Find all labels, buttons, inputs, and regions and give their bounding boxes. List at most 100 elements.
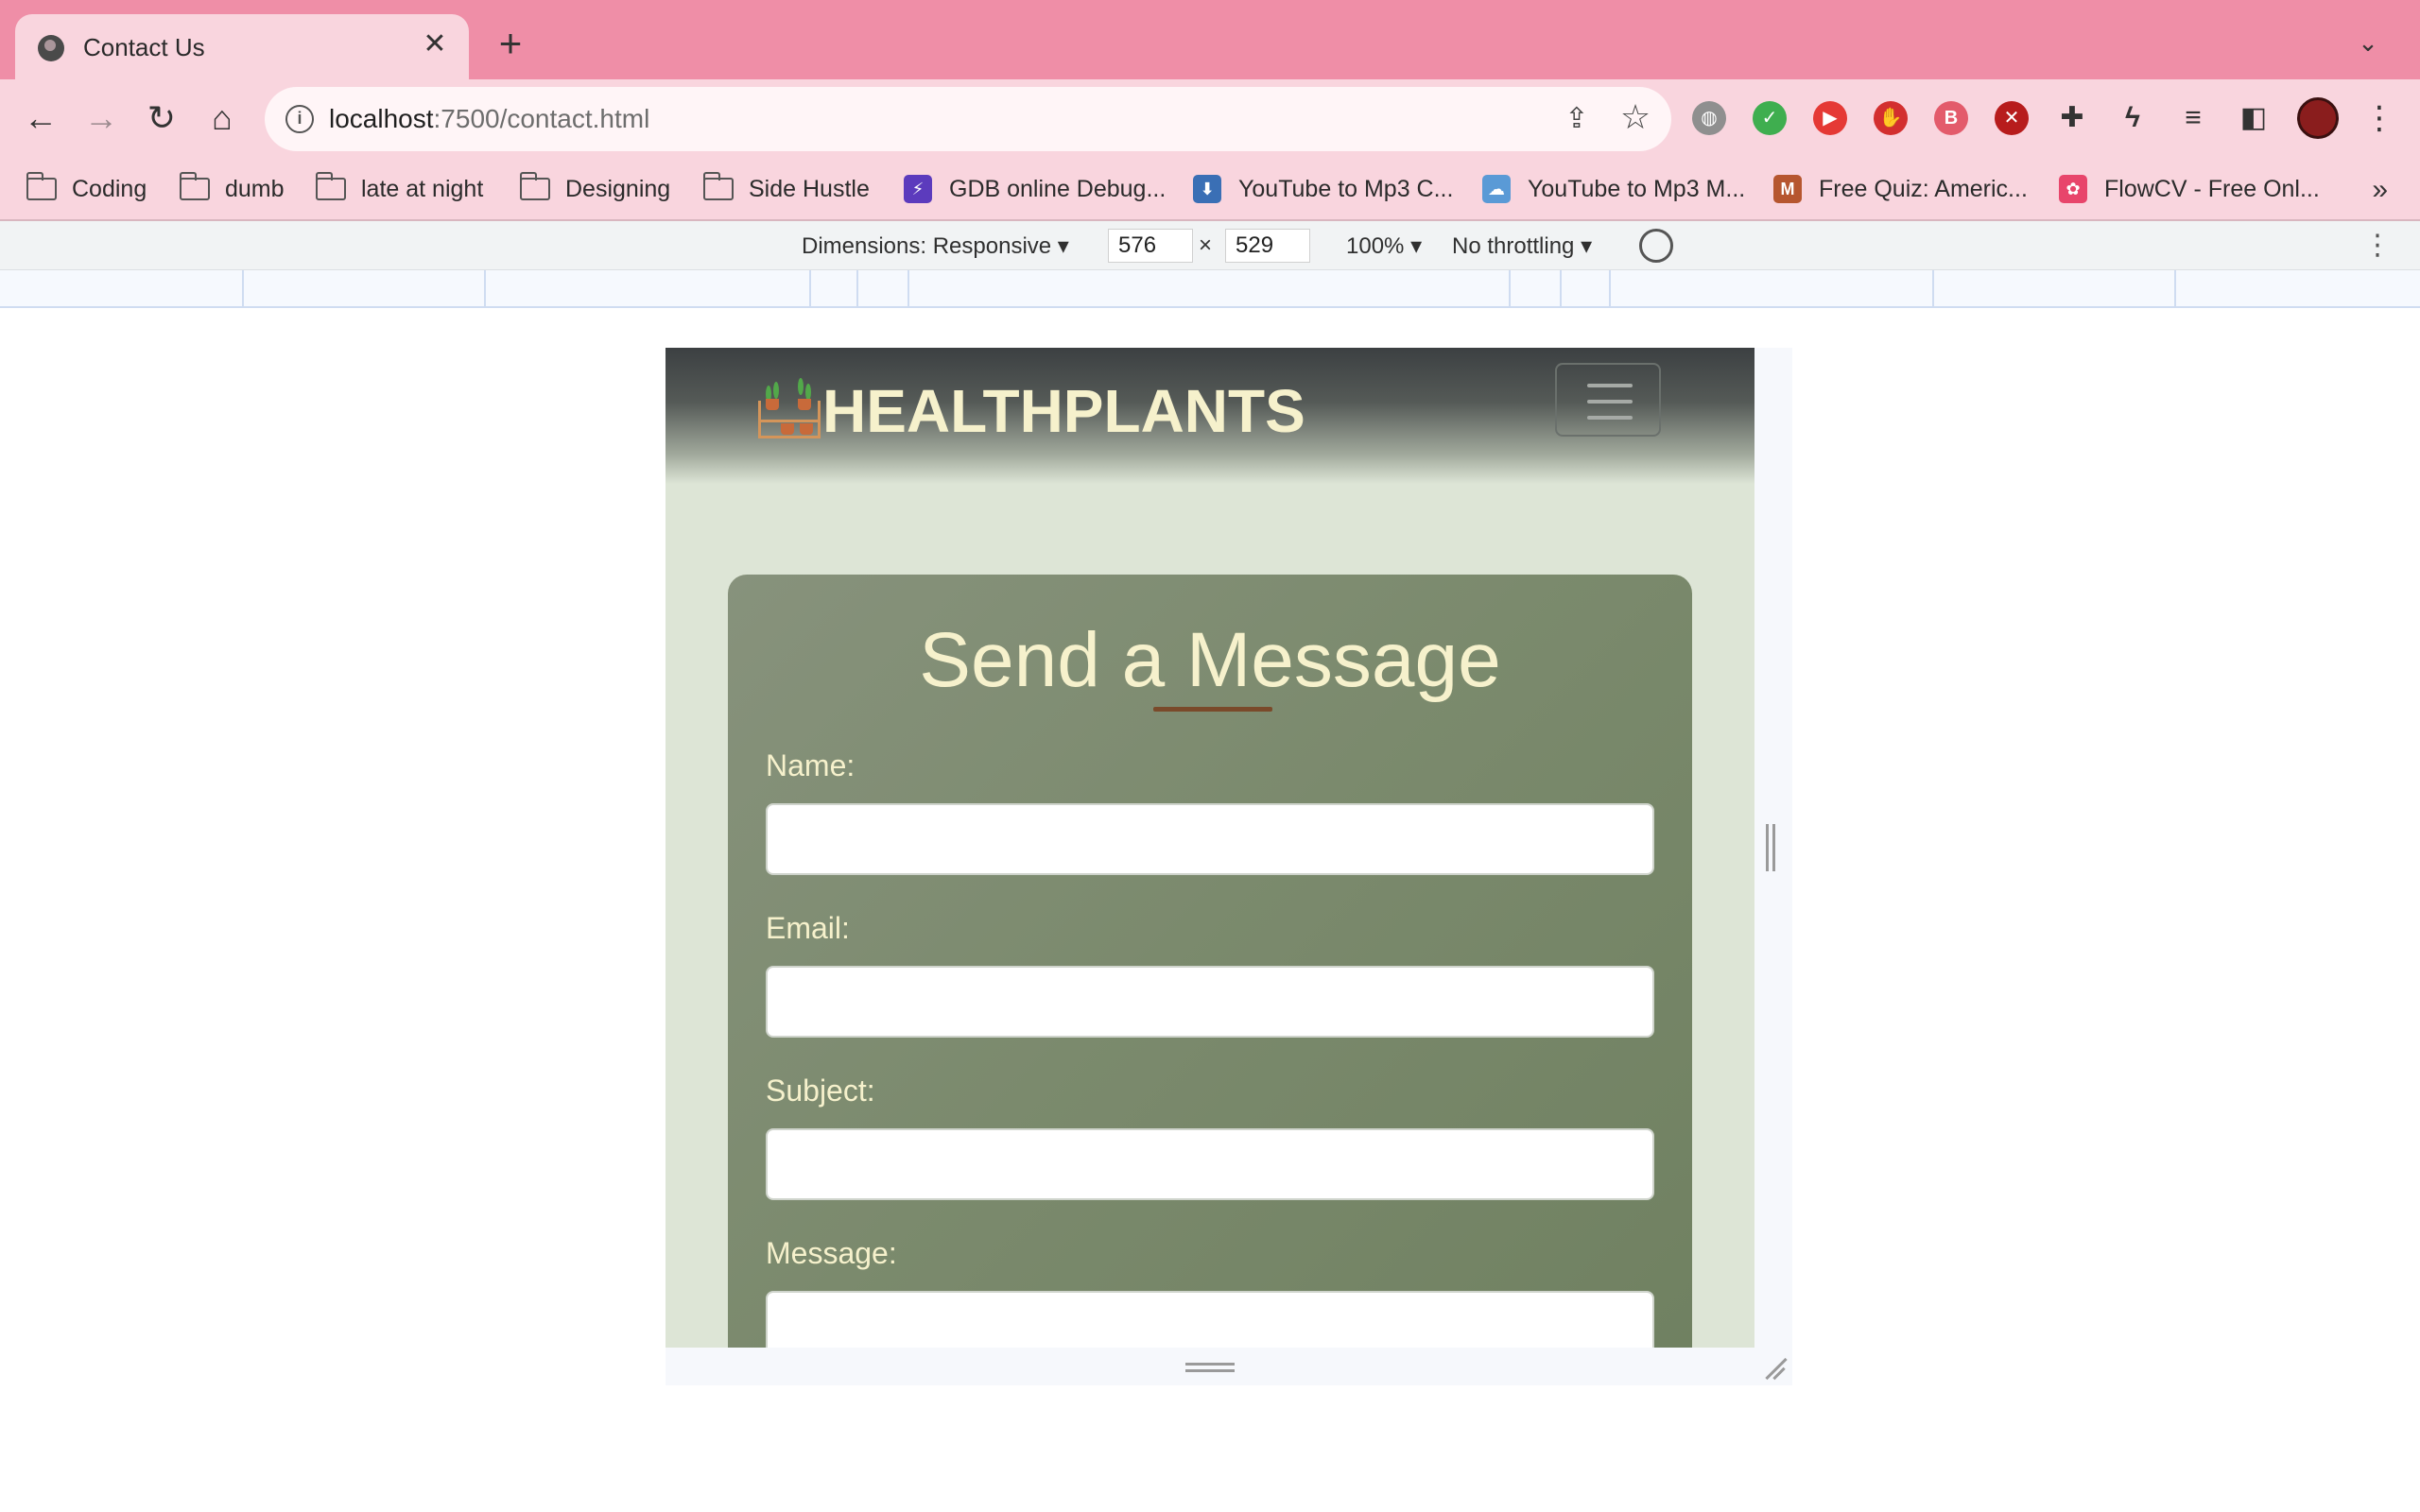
device-toolbar-more-icon[interactable]: ⋮ [2363,229,2392,262]
site-favicon-icon: ✿ [2059,175,2087,203]
bookmark-star-icon[interactable]: ☆ [1616,98,1654,136]
browser-menu-icon[interactable]: ⋮ [2363,97,2395,139]
bookmark-label: Side Hustle [749,175,870,202]
dimensions-dropdown[interactable]: Dimensions: Responsive ▾ [802,232,1069,260]
zoom-label: 100% [1346,233,1405,259]
reload-button[interactable]: ↻ [140,96,183,140]
width-input[interactable]: 576 [1108,229,1193,263]
globe-favicon-icon [38,35,64,61]
home-button[interactable]: ⌂ [200,96,244,140]
chevron-down-icon: ▾ [1410,233,1423,259]
profile-avatar[interactable] [2297,97,2339,139]
height-input[interactable]: 529 [1225,229,1310,263]
rotate-icon[interactable] [1639,229,1673,263]
name-input[interactable] [766,803,1654,875]
title-underline [1153,707,1272,712]
ruler-tick[interactable] [809,270,811,308]
bookmark-label: YouTube to Mp3 C... [1238,175,1454,202]
leaf-shape [773,382,779,399]
ruler-tick[interactable] [242,270,244,308]
ruler-tick[interactable] [856,270,858,308]
email-input[interactable] [766,966,1654,1038]
zoom-dropdown[interactable]: 100% ▾ [1346,232,1422,260]
subject-label: Subject: [766,1074,875,1108]
ruler-tick[interactable] [1509,270,1511,308]
resize-handle-right[interactable] [1766,824,1775,871]
b-extension-icon[interactable]: B [1934,101,1968,135]
tab-contact-us[interactable]: Contact Us ✕ [15,14,469,79]
throttling-dropdown[interactable]: No throttling ▾ [1452,232,1592,260]
ruler-tick[interactable] [1560,270,1562,308]
bookmark-item[interactable]: dumb [180,172,285,206]
chevron-down-icon: ▾ [1057,233,1069,259]
hamburger-menu-button[interactable] [1555,363,1661,437]
folder-icon [26,172,57,200]
globe-extension-icon[interactable]: ◍ [1692,101,1726,135]
new-tab-button[interactable]: + [492,24,529,63]
folder-icon [520,172,550,200]
bookmark-item[interactable]: ✿ FlowCV - Free Onl... [2059,172,2320,206]
bookmark-label: YouTube to Mp3 M... [1528,175,1746,202]
forward-button[interactable]: → [79,96,123,140]
bookmark-label: Coding [72,175,147,202]
browser-toolbar: ← → ↻ ⌂ i localhost:7500/contact.html ⇪ … [0,79,2420,157]
ruler-tick[interactable] [1609,270,1611,308]
ruler-tick[interactable] [2174,270,2176,308]
bookmark-label: GDB online Debug... [949,175,1167,202]
ublock-extension-icon[interactable]: ✕ [1995,101,2029,135]
bookmark-item[interactable]: Designing [520,172,670,206]
bookmark-item[interactable]: ☁ YouTube to Mp3 M... [1482,172,1745,206]
hamburger-line [1587,384,1633,387]
tab-strip: Contact Us ✕ + ⌄ [0,0,2420,79]
bookmark-item[interactable]: late at night [316,172,483,206]
folder-icon [316,172,346,200]
bookmark-label: late at night [361,175,484,202]
tab-title: Contact Us [83,33,205,61]
bookmark-label: Free Quiz: Americ... [1819,175,2028,202]
url-text[interactable]: localhost:7500/contact.html [329,104,649,134]
url-host: localhost [329,104,434,133]
back-button[interactable]: ← [19,96,62,140]
site-favicon-icon: ☁ [1482,175,1511,203]
dimensions-label: Dimensions: Responsive [802,233,1052,259]
share-icon[interactable]: ⇪ [1558,100,1596,138]
times-sign: × [1199,232,1213,258]
ruler-tick[interactable] [908,270,909,308]
bookmark-item[interactable]: ⬇ YouTube to Mp3 C... [1193,172,1453,206]
resize-handle-bottom[interactable] [1185,1363,1235,1372]
resize-handle-corner[interactable] [1762,1357,1785,1380]
address-bar[interactable]: i localhost:7500/contact.html ⇪ ☆ [265,87,1671,151]
bookmark-item[interactable]: Coding [26,172,147,206]
brand-name[interactable]: HEALTHPLANTS [822,376,1305,446]
folder-icon [703,172,734,200]
leaf-shape [798,378,804,395]
reading-list-icon[interactable]: ≡ [2176,101,2210,135]
pot-shape [781,423,794,435]
tab-close-icon[interactable]: ✕ [418,27,452,61]
hamburger-line [1587,416,1633,420]
site-info-icon[interactable]: i [285,105,314,133]
plant-shelf-logo-icon[interactable] [756,376,824,442]
bookmarks-overflow-button[interactable]: » [2372,174,2388,206]
message-textarea[interactable] [766,1291,1654,1348]
pot-shape [798,399,811,410]
bolt-extension-icon[interactable]: ϟ [2116,101,2150,135]
subject-input[interactable] [766,1128,1654,1200]
throttling-label: No throttling [1452,233,1575,259]
adblock-extension-icon[interactable]: ✋ [1874,101,1908,135]
shield-extension-icon[interactable]: ✓ [1753,101,1787,135]
ruler-tick[interactable] [1932,270,1934,308]
puzzle-extension-icon[interactable]: ✚ [2055,101,2089,135]
bookmark-item[interactable]: Side Hustle [703,172,870,206]
tab-search-chevron-icon[interactable]: ⌄ [2354,28,2382,57]
side-panel-icon[interactable]: ◧ [2237,101,2271,135]
hamburger-line [1587,400,1633,404]
video-extension-icon[interactable]: ▶ [1813,101,1847,135]
contact-form-card: Send a Message Name: Email: Subject: Mes… [728,575,1692,1348]
shelf-divider [758,420,821,422]
bookmark-item[interactable]: ⚡ GDB online Debug... [904,172,1166,206]
bookmark-label: Designing [565,175,671,202]
pot-shape [766,399,779,410]
bookmark-item[interactable]: M Free Quiz: Americ... [1773,172,2028,206]
ruler-tick[interactable] [484,270,486,308]
